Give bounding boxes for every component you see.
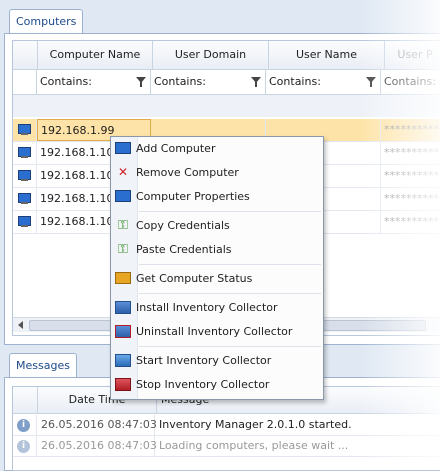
filter-user-password[interactable]: Contains: xyxy=(381,70,440,94)
computer-icon xyxy=(17,170,31,182)
header-user-name[interactable]: User Name xyxy=(269,41,385,69)
row-indicator: i xyxy=(13,436,37,456)
grid-header: Computer Name User Domain User Name User… xyxy=(13,41,440,70)
tab-messages[interactable]: Messages xyxy=(9,353,77,378)
menu-item-paste-credentials[interactable]: ⚿ Paste Credentials xyxy=(111,239,323,261)
row-indicator xyxy=(13,165,37,187)
tab-computers-label: Computers xyxy=(16,15,77,28)
menu-item-add-computer[interactable]: Add Computer xyxy=(111,138,323,160)
filter-computer-name[interactable]: Contains: xyxy=(37,70,151,94)
menu-item-get-computer-status[interactable]: Get Computer Status xyxy=(111,268,323,290)
copy-credentials-icon: ⚿ xyxy=(118,218,128,233)
message-row[interactable]: i 26.05.2016 08:47:03 Inventory Manager … xyxy=(13,415,440,436)
header-user-password[interactable]: User P xyxy=(385,41,440,69)
menu-item-copy-credentials[interactable]: ⚿ Copy Credentials xyxy=(111,215,323,237)
filter-label: Contains: xyxy=(269,75,321,88)
menu-separator xyxy=(139,211,321,212)
menu-item-install-collector[interactable]: Install Inventory Collector xyxy=(111,297,323,319)
paste-credentials-icon: ⚿ xyxy=(118,242,128,257)
uninstall-collector-icon xyxy=(115,325,131,338)
menu-item-label: Start Inventory Collector xyxy=(136,354,272,367)
computer-properties-icon xyxy=(115,190,131,202)
menu-separator xyxy=(139,346,321,347)
menu-item-stop-collector[interactable]: Stop Inventory Collector xyxy=(111,374,323,396)
row-indicator xyxy=(13,188,37,210)
menu-item-start-collector[interactable]: Start Inventory Collector xyxy=(111,350,323,372)
menu-item-label: Paste Credentials xyxy=(136,243,232,256)
menu-item-label: Computer Properties xyxy=(136,190,250,203)
header-indicator xyxy=(13,41,38,69)
filter-user-domain[interactable]: Contains: xyxy=(151,70,266,94)
menu-item-uninstall-collector[interactable]: Uninstall Inventory Collector xyxy=(111,321,323,343)
computer-icon xyxy=(17,147,31,159)
computer-icon xyxy=(17,124,31,136)
start-collector-icon xyxy=(115,354,131,367)
cell-password[interactable]: ********** xyxy=(381,165,440,187)
row-indicator xyxy=(13,142,37,164)
menu-separator xyxy=(139,293,321,294)
header-indicator xyxy=(13,387,38,413)
filter-icon[interactable] xyxy=(136,77,146,87)
menu-separator xyxy=(139,264,321,265)
menu-item-remove-computer[interactable]: ✕ Remove Computer xyxy=(111,162,323,184)
filter-label: Contains: xyxy=(384,75,436,88)
computer-add-icon xyxy=(115,142,131,154)
message-time: 26.05.2016 08:47:03 xyxy=(37,436,157,456)
cell-password[interactable]: ********** xyxy=(381,119,440,141)
menu-item-label: Remove Computer xyxy=(136,166,239,179)
row-indicator: i xyxy=(13,415,37,435)
header-user-domain[interactable]: User Domain xyxy=(153,41,269,69)
computer-remove-icon: ✕ xyxy=(117,165,129,179)
message-text: Inventory Manager 2.0.1.0 started. xyxy=(155,415,440,435)
row-indicator xyxy=(13,119,37,141)
message-text: Loading computers, please wait ... xyxy=(155,436,440,456)
scroll-left-icon[interactable] xyxy=(18,321,23,329)
info-icon: i xyxy=(17,439,30,453)
computer-status-icon xyxy=(115,272,131,284)
menu-item-computer-properties[interactable]: Computer Properties xyxy=(111,186,323,208)
filter-user-name[interactable]: Contains: xyxy=(266,70,381,94)
filter-label: Contains: xyxy=(40,75,92,88)
info-icon: i xyxy=(17,418,30,432)
tab-messages-label: Messages xyxy=(16,359,70,372)
computer-icon xyxy=(17,193,31,205)
filter-icon[interactable] xyxy=(251,77,261,87)
message-time: 26.05.2016 08:47:03 xyxy=(37,415,157,435)
header-computer-name[interactable]: Computer Name xyxy=(38,41,153,69)
menu-item-label: Get Computer Status xyxy=(136,272,253,285)
group-panel xyxy=(13,95,440,117)
menu-item-label: Install Inventory Collector xyxy=(136,301,278,314)
filter-indicator xyxy=(13,70,37,94)
context-menu: Add Computer ✕ Remove Computer Computer … xyxy=(110,136,324,400)
menu-item-label: Add Computer xyxy=(136,142,216,155)
cell-password[interactable]: ********** xyxy=(381,188,440,210)
filter-icon[interactable] xyxy=(366,77,376,87)
menu-item-label: Stop Inventory Collector xyxy=(136,378,270,391)
menu-item-label: Uninstall Inventory Collector xyxy=(136,325,293,338)
filter-label: Contains: xyxy=(154,75,206,88)
row-indicator xyxy=(13,211,37,233)
cell-password[interactable]: ********** xyxy=(381,211,440,233)
menu-item-label: Copy Credentials xyxy=(136,219,230,232)
install-collector-icon xyxy=(115,301,131,314)
tab-computers[interactable]: Computers xyxy=(9,9,84,34)
stop-collector-icon xyxy=(115,378,131,391)
computer-icon xyxy=(17,216,31,228)
filter-row: Contains: Contains: Contains: Contains: xyxy=(13,70,440,95)
cell-password[interactable]: ********** xyxy=(381,142,440,164)
message-row[interactable]: i 26.05.2016 08:47:03 Loading computers,… xyxy=(13,436,440,457)
